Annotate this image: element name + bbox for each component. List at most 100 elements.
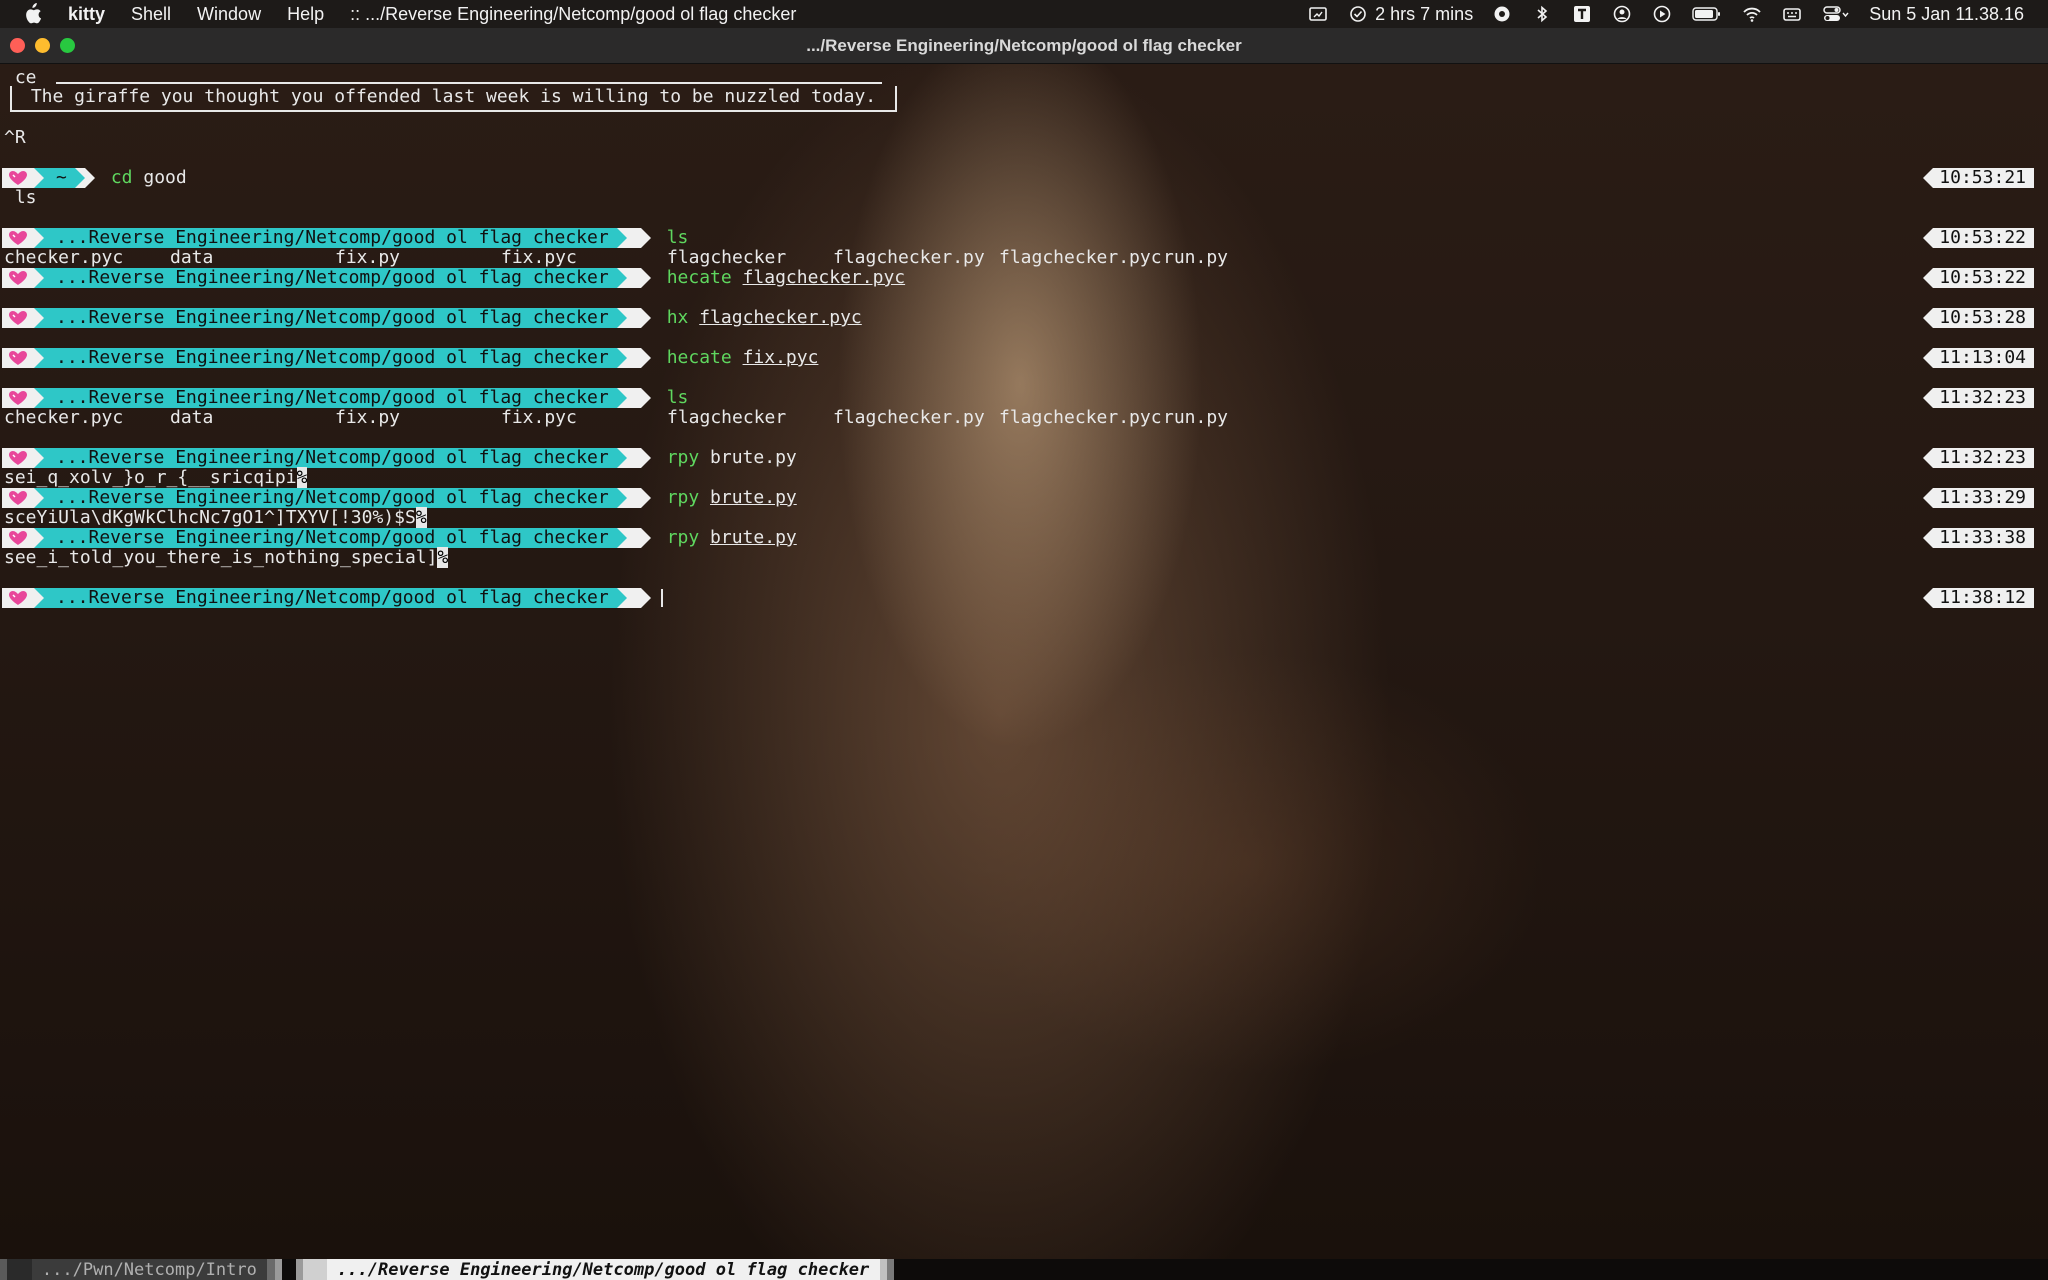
fortune-box: The giraffe you thought you offended las… xyxy=(10,86,897,112)
user-account-icon[interactable] xyxy=(1611,5,1633,23)
text-cursor xyxy=(660,589,663,607)
command-arg: brute.py xyxy=(710,447,797,468)
prompt-timestamp: 11:13:04 xyxy=(1923,348,2034,368)
menu-bar: kitty Shell Window Help :: .../Reverse E… xyxy=(0,0,2048,28)
ls-output-row: checker.pyc data fix.py fix.pyc flagchecker f… xyxy=(4,248,1304,268)
window-title-bar[interactable]: .../Reverse Engineering/Netcomp/good ol … xyxy=(0,28,2048,64)
command-name: hx xyxy=(666,307,689,328)
shell-prompt: ...Reverse Engineering/Netcomp/good ol f… xyxy=(2,528,797,548)
prompt-path: ...Reverse Engineering/Netcomp/good ol f… xyxy=(44,268,617,288)
menu-clock[interactable]: Sun 5 Jan 11.38.16 xyxy=(1869,4,2024,25)
prompt-timestamp: 10:53:22 xyxy=(1923,228,2034,248)
command-name: rpy xyxy=(666,527,700,548)
command-name: hecate xyxy=(666,347,732,368)
battery-icon[interactable] xyxy=(1691,5,1723,23)
terminal-line-ce: ce xyxy=(4,67,37,88)
command-arg: brute.py xyxy=(710,527,797,548)
menu-app-kitty[interactable]: kitty xyxy=(68,4,105,25)
prompt-timestamp: 11:33:29 xyxy=(1923,488,2034,508)
tab-label: .../Pwn/Netcomp/Intro xyxy=(31,1259,268,1280)
ls-file-entry: fix.py xyxy=(335,247,401,268)
command-arg: flagchecker.pyc xyxy=(699,307,862,328)
menu-shell[interactable]: Shell xyxy=(131,4,171,25)
program-output: sei_q_xolv_}o_r_{__sricqipi% xyxy=(4,467,308,488)
prompt-timestamp: 10:53:28 xyxy=(1923,308,2034,328)
command-name: cd xyxy=(110,167,133,188)
command-name: ls xyxy=(666,387,689,408)
play-circle-icon[interactable] xyxy=(1651,5,1673,23)
command-name: hecate xyxy=(666,267,732,288)
heart-icon xyxy=(2,308,34,328)
prompt-timestamp: 11:32:23 xyxy=(1923,388,2034,408)
gear-badge-icon[interactable] xyxy=(1491,5,1513,23)
shell-prompt: ...Reverse Engineering/Netcomp/good ol f… xyxy=(2,388,688,408)
menu-window[interactable]: Window xyxy=(197,4,261,25)
screen-mirroring-icon[interactable] xyxy=(1307,5,1329,23)
prompt-path: ...Reverse Engineering/Netcomp/good ol f… xyxy=(44,388,617,408)
apple-icon[interactable] xyxy=(22,3,48,24)
ls-file-entry: flagchecker.pyc xyxy=(999,247,1162,268)
ls-file-entry: fix.pyc xyxy=(501,247,577,268)
prompt-path: ~ xyxy=(44,168,75,188)
ls-file-entry: flagchecker xyxy=(667,247,787,268)
zoom-window-button[interactable] xyxy=(60,38,75,53)
terminal-line-ls: ls xyxy=(4,187,37,208)
tab-pwn-intro[interactable]: .../Pwn/Netcomp/Intro xyxy=(0,1259,282,1280)
tab-label: .../Reverse Engineering/Netcomp/good ol … xyxy=(326,1259,880,1280)
terminal-view[interactable]: ce The giraffe you thought you offended … xyxy=(0,64,2048,1259)
output-text: sceYiUla\dKgWkClhcNc7gO1^]TXYV[!30%)$S xyxy=(4,507,416,528)
battery-time-label: 2 hrs 7 mins xyxy=(1375,3,1474,24)
shell-prompt: ~ cd good xyxy=(2,168,187,188)
terminal-line-ctrl-r: ^R xyxy=(4,127,26,148)
heart-icon xyxy=(2,588,34,608)
shell-prompt: ...Reverse Engineering/Netcomp/good ol f… xyxy=(2,588,663,608)
ls-file-entry: run.py xyxy=(1163,247,1229,268)
menu-help[interactable]: Help xyxy=(287,4,324,25)
check-circle-icon xyxy=(1347,5,1369,23)
prompt-timestamp: 11:33:38 xyxy=(1923,528,2034,548)
wifi-icon[interactable] xyxy=(1741,5,1763,23)
tab-bar: .../Pwn/Netcomp/Intro .../Reverse Engine… xyxy=(0,1259,2048,1280)
no-newline-marker: % xyxy=(437,547,449,568)
command-arg: brute.py xyxy=(710,487,797,508)
shell-prompt: ...Reverse Engineering/Netcomp/good ol f… xyxy=(2,228,688,248)
battery-time-status[interactable]: 2 hrs 7 mins xyxy=(1347,4,1473,25)
prompt-timestamp: 10:53:21 xyxy=(1923,168,2034,188)
heart-icon xyxy=(2,228,34,248)
ls-file-entry: checker.pyc xyxy=(4,407,124,428)
minimize-window-button[interactable] xyxy=(35,38,50,53)
fortune-box-border xyxy=(56,82,882,84)
prompt-timestamp: 10:53:22 xyxy=(1923,268,2034,288)
command-arg: fix.pyc xyxy=(742,347,819,368)
ls-file-entry: flagchecker.py xyxy=(833,247,985,268)
output-text: sei_q_xolv_}o_r_{__sricqipi xyxy=(4,467,297,488)
shell-prompt: ...Reverse Engineering/Netcomp/good ol f… xyxy=(2,448,797,468)
heart-icon xyxy=(2,448,34,468)
command-arg: flagchecker.pyc xyxy=(742,267,906,288)
fortune-text: The giraffe you thought you offended las… xyxy=(20,86,887,107)
prompt-timestamp: 11:38:12 xyxy=(1923,588,2034,608)
window-title: .../Reverse Engineering/Netcomp/good ol … xyxy=(806,35,1242,55)
heart-icon xyxy=(2,388,34,408)
prompt-path: ...Reverse Engineering/Netcomp/good ol f… xyxy=(44,308,617,328)
program-output: see_i_told_you_there_is_nothing_special]… xyxy=(4,547,449,568)
command-arg: good xyxy=(143,167,187,188)
program-output: sceYiUla\dKgWkClhcNc7gO1^]TXYV[!30%)$S% xyxy=(4,507,427,528)
control-center-icon[interactable] xyxy=(1821,5,1851,23)
heart-icon xyxy=(2,488,34,508)
ls-file-entry: data xyxy=(170,247,214,268)
heart-icon xyxy=(2,348,34,368)
close-window-button[interactable] xyxy=(10,38,25,53)
keyboard-icon[interactable] xyxy=(1781,5,1803,23)
command-name: ls xyxy=(666,227,689,248)
ls-file-entry: flagchecker xyxy=(667,407,787,428)
ls-file-entry: flagchecker.py xyxy=(833,407,985,428)
ls-file-entry: fix.py xyxy=(335,407,401,428)
bluetooth-icon[interactable] xyxy=(1531,5,1553,23)
heart-icon xyxy=(2,268,34,288)
text-t-icon[interactable] xyxy=(1571,5,1593,23)
command-name: rpy xyxy=(666,487,700,508)
prompt-path: ...Reverse Engineering/Netcomp/good ol f… xyxy=(44,448,617,468)
prompt-timestamp: 11:32:23 xyxy=(1923,448,2034,468)
tab-good-ol-flag-checker[interactable]: .../Reverse Engineering/Netcomp/good ol … xyxy=(296,1259,894,1280)
